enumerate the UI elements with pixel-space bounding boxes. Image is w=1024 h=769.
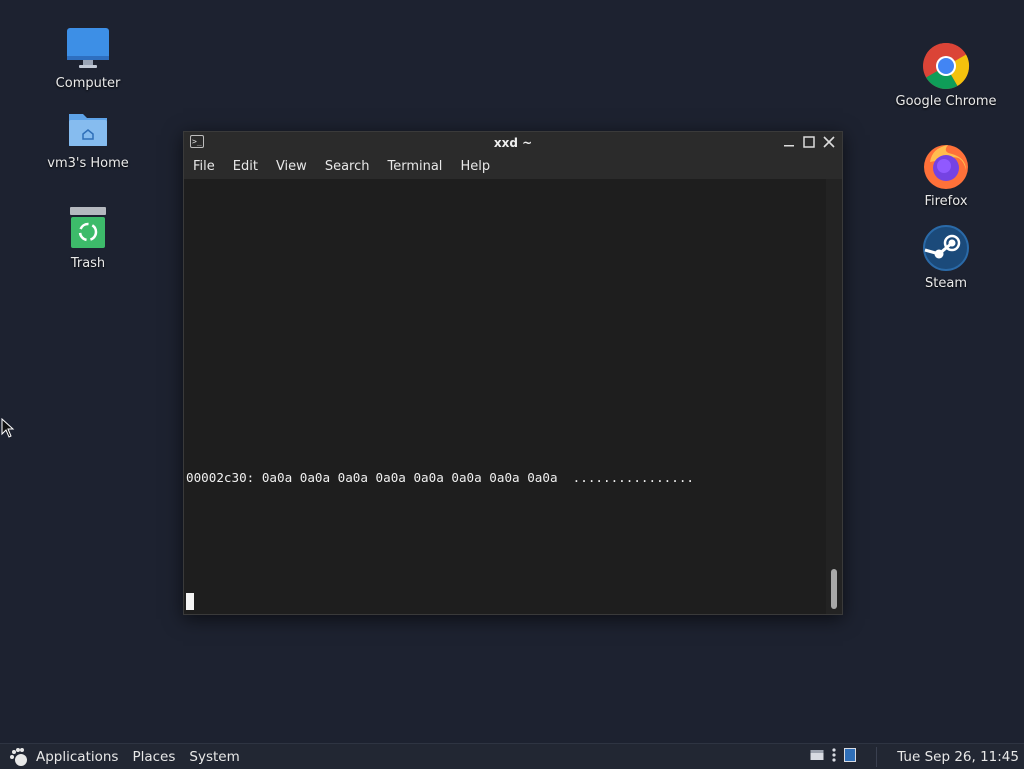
places-menu[interactable]: Places [125,749,182,765]
window-titlebar[interactable]: >_ xxd ~ [184,132,842,154]
maximize-icon [803,136,815,148]
desktop-icon-chrome[interactable]: Google Chrome [896,42,996,109]
window-icon [810,749,824,760]
desktop-icon-label: Firefox [924,194,968,209]
text-cursor [186,593,194,610]
mouse-pointer-icon [1,418,15,438]
system-label: System [189,748,240,765]
desktop-icon-label: vm3's Home [47,156,129,171]
maximize-button[interactable] [802,134,816,150]
places-label: Places [132,748,176,765]
menu-search[interactable]: Search [316,159,379,174]
desktop-icon-home[interactable]: vm3's Home [38,104,138,171]
tray-separator [876,746,878,767]
steam-icon [922,224,970,272]
desktop-icon-label: Computer [55,76,121,91]
menu-help[interactable]: Help [451,159,499,174]
menu-view[interactable]: View [267,159,316,174]
window-title: xxd ~ [493,136,533,150]
show-desktop-button[interactable] [810,749,824,765]
desktop-icon-computer[interactable]: Computer [38,24,138,91]
clock[interactable]: Tue Sep 26, 11:45 [897,749,1024,765]
minimize-icon [784,145,794,147]
system-tray: Tue Sep 26, 11:45 [810,744,1024,769]
drag-handle-icon [832,747,836,762]
desktop-icon-label: Steam [925,276,967,291]
home-folder-icon [64,104,112,152]
gnome-foot-icon [10,747,27,766]
menu-file[interactable]: File [184,159,224,174]
chrome-icon [922,42,970,90]
minimize-button[interactable] [782,134,796,150]
monitor-icon [64,24,112,72]
applications-menu[interactable]: Applications [0,747,125,767]
firefox-icon [922,142,970,190]
workspace-icon [844,747,857,762]
close-button[interactable] [822,134,836,150]
menu-bar: File Edit View Search Terminal Help [184,154,842,179]
menu-terminal[interactable]: Terminal [378,159,451,174]
terminal-window[interactable]: >_ xxd ~ File Edit View Search Terminal … [183,131,843,615]
terminal-output[interactable]: 00002c30: 0a0a 0a0a 0a0a 0a0a 0a0a 0a0a … [184,179,826,614]
terminal-icon: >_ [190,135,204,148]
close-icon [823,136,835,148]
hex-output-line: 00002c30: 0a0a 0a0a 0a0a 0a0a 0a0a 0a0a … [186,470,694,485]
desktop-icon-trash[interactable]: Trash [38,204,138,271]
tray-handle[interactable] [832,747,836,767]
system-menu[interactable]: System [182,749,246,765]
desktop-icon-label: Google Chrome [895,94,997,109]
desktop-icon-firefox[interactable]: Firefox [896,142,996,209]
taskbar: Applications Places System Tue Sep 26, 1… [0,743,1024,769]
scrollbar[interactable] [826,179,842,614]
scrollbar-thumb[interactable] [831,569,837,609]
trash-icon [64,204,112,252]
workspace-switcher[interactable] [844,747,857,766]
menu-edit[interactable]: Edit [224,159,267,174]
desktop-icon-label: Trash [70,256,106,271]
desktop-icon-steam[interactable]: Steam [896,224,996,291]
applications-label: Applications [36,748,119,765]
